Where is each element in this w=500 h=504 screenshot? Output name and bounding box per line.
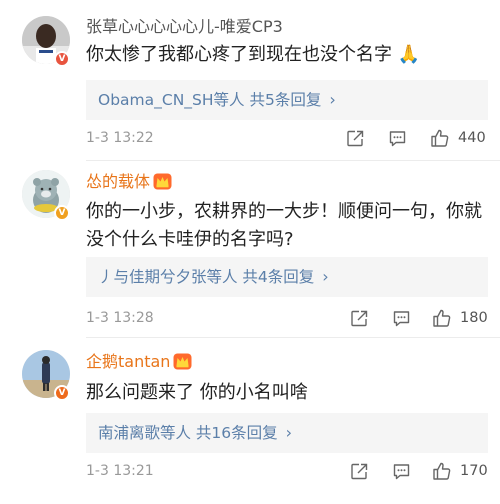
verified-badge-icon: V xyxy=(54,205,70,221)
username-label: 怂的载体 xyxy=(86,172,151,191)
thumbs-up-icon xyxy=(431,129,449,147)
reply-summary-label: 南浦离歌等人 共16条回复 xyxy=(98,424,278,442)
username[interactable]: 企鹅tantan xyxy=(86,352,192,372)
like-button[interactable]: 440 xyxy=(430,128,486,148)
share-button[interactable] xyxy=(346,129,365,148)
verified-badge-icon: V xyxy=(54,385,70,401)
thumbs-up-icon xyxy=(433,462,451,480)
thumbs-up-icon xyxy=(433,309,451,327)
share-icon xyxy=(351,310,368,327)
reply-summary[interactable]: 南浦离歌等人 共16条回复 › xyxy=(86,413,488,453)
chevron-right-icon: › xyxy=(285,423,293,442)
reply-summary[interactable]: Obama_CN_SH等人 共5条回复 › xyxy=(86,80,488,120)
timestamp: 1-3 13:22 xyxy=(86,130,154,146)
comment-item: V 张草心心心心心儿-唯爱CP3 你太惨了我都心疼了到现在也没个名字 🙏 Oba… xyxy=(0,0,500,160)
timestamp: 1-3 13:28 xyxy=(86,310,154,326)
share-icon xyxy=(347,130,364,147)
like-count: 170 xyxy=(460,463,488,479)
comment-button[interactable] xyxy=(388,129,407,148)
comment-button[interactable] xyxy=(392,309,411,328)
comment-item: V 怂的载体 你的一小步，农耕界的一大步！顺便问一句，你就没个什么卡哇伊的名字吗… xyxy=(0,161,500,336)
username[interactable]: 张草心心心心心儿-唯爱CP3 xyxy=(86,17,283,37)
comment-text: 那么问题来了 你的小名叫啥 xyxy=(86,382,308,403)
reply-summary-label: Obama_CN_SH等人 共5条回复 xyxy=(98,91,322,109)
username[interactable]: 怂的载体 xyxy=(86,172,172,192)
comment-icon xyxy=(389,131,406,147)
like-count: 440 xyxy=(458,130,486,146)
comment-text: 你太惨了我都心疼了到现在也没个名字 🙏 xyxy=(86,44,421,65)
comment-item: V 企鹅tantan 那么问题来了 你的小名叫啥 南浦离歌等人 共16条回复 › … xyxy=(0,338,500,504)
comment-text: 你的一小步，农耕界的一大步！顺便问一句，你就没个什么卡哇伊的名字吗? xyxy=(86,201,482,250)
share-button[interactable] xyxy=(350,309,369,328)
reply-summary-label: 丿与佳期兮夕张等人 共4条回复 xyxy=(98,268,315,286)
share-button[interactable] xyxy=(350,462,369,481)
reply-summary[interactable]: 丿与佳期兮夕张等人 共4条回复 › xyxy=(86,257,488,297)
like-button[interactable]: 170 xyxy=(432,461,488,481)
comment-icon xyxy=(393,311,410,327)
verified-badge-icon: V xyxy=(54,51,70,67)
comment-button[interactable] xyxy=(392,462,411,481)
comment-icon xyxy=(393,464,410,480)
vip-crown-icon xyxy=(173,353,192,370)
chevron-right-icon: › xyxy=(322,267,329,286)
chevron-right-icon: › xyxy=(329,90,336,109)
like-count: 180 xyxy=(460,310,488,326)
username-label: 企鹅tantan xyxy=(86,352,171,371)
timestamp: 1-3 13:21 xyxy=(86,463,154,479)
share-icon xyxy=(351,463,368,480)
like-button[interactable]: 180 xyxy=(432,308,488,328)
vip-crown-icon xyxy=(153,173,172,190)
